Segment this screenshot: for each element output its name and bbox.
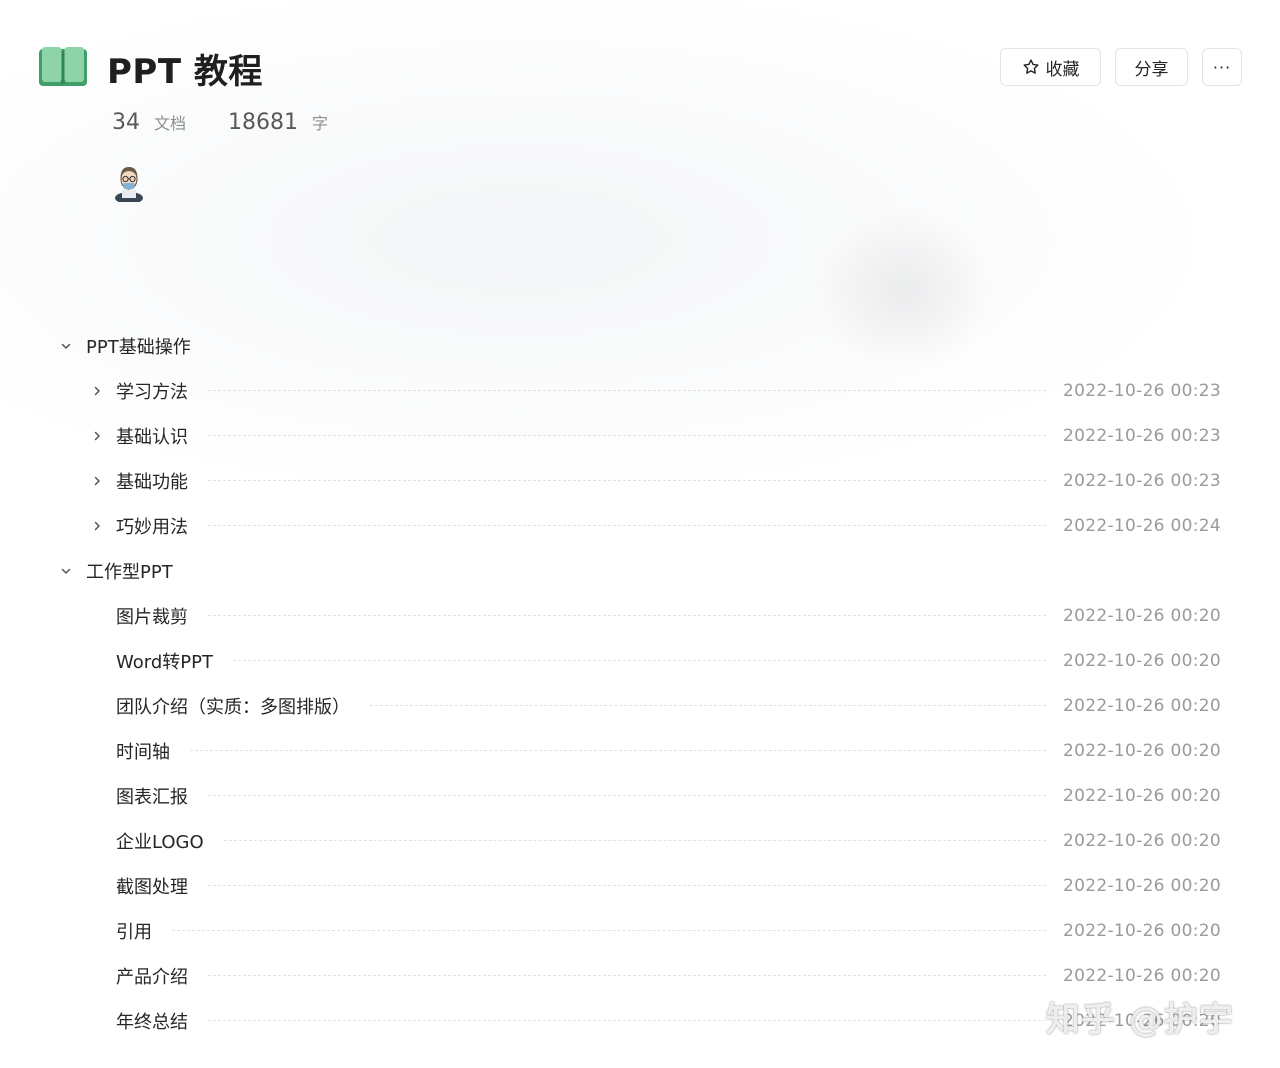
tree-item-label[interactable]: 图片裁剪: [116, 603, 188, 629]
tree-group[interactable]: 工作型PPT: [0, 548, 1280, 593]
favorite-label: 收藏: [1045, 59, 1080, 80]
tree-item-label[interactable]: 年终总结: [116, 1008, 188, 1034]
tree-item[interactable]: 基础功能 2022-10-26 00:23: [0, 458, 1280, 503]
tree-item[interactable]: Word转PPT 2022-10-26 00:20: [0, 638, 1280, 683]
doc-unit: 文档: [154, 114, 187, 133]
tree-item-label[interactable]: Word转PPT: [116, 648, 213, 674]
chevron-right-icon[interactable]: [89, 473, 105, 489]
leader-dots: [208, 615, 1046, 616]
tree-item-time: 2022-10-26 00:24: [1063, 515, 1221, 536]
tree-group-label[interactable]: 工作型PPT: [86, 558, 173, 584]
tree-item-label[interactable]: 图表汇报: [116, 783, 188, 809]
leader-dots: [208, 1020, 1046, 1021]
leader-dots: [232, 660, 1046, 661]
more-icon: ···: [1212, 57, 1232, 77]
book-open-icon: [39, 47, 87, 86]
tree-item-time: 2022-10-26 00:20: [1063, 830, 1221, 851]
tree-item[interactable]: 基础认识 2022-10-26 00:23: [0, 413, 1280, 458]
tree-item[interactable]: 截图处理 2022-10-26 00:20: [0, 863, 1280, 908]
leader-dots: [208, 390, 1046, 391]
tree-item-label[interactable]: 产品介绍: [116, 963, 188, 989]
favorite-button[interactable]: 收藏: [1000, 48, 1101, 86]
tree-item-label[interactable]: 截图处理: [116, 873, 188, 899]
tree-item-time: 2022-10-26 00:23: [1063, 380, 1221, 401]
leader-dots: [223, 840, 1046, 841]
tree-group[interactable]: PPT基础操作: [0, 323, 1280, 368]
tree-item-time: 2022-10-26 00:23: [1063, 470, 1221, 491]
share-button[interactable]: 分享: [1115, 48, 1188, 86]
chevron-right-icon[interactable]: [89, 518, 105, 534]
avatar[interactable]: [112, 164, 146, 202]
tree-item-time: 2022-10-26 00:20: [1063, 875, 1221, 896]
book-title: PPT 教程: [107, 52, 263, 92]
header-actions: 收藏 分享 ···: [1000, 48, 1242, 86]
leader-dots: [208, 795, 1046, 796]
tree-item[interactable]: 团队介绍（实质：多图排版） 2022-10-26 00:20: [0, 683, 1280, 728]
tree-item-label[interactable]: 引用: [116, 918, 152, 944]
leader-dots: [172, 930, 1046, 931]
chevron-down-icon[interactable]: [58, 563, 74, 579]
tree-item[interactable]: 企业LOGO 2022-10-26 00:20: [0, 818, 1280, 863]
leader-dots: [190, 750, 1046, 751]
book-stats: 34 文档 18681 字: [112, 110, 328, 135]
tree-item-label[interactable]: 时间轴: [116, 738, 170, 764]
more-button[interactable]: ···: [1202, 48, 1242, 86]
leader-dots: [208, 975, 1046, 976]
tree-item-label[interactable]: 巧妙用法: [116, 513, 188, 539]
leader-dots: [208, 885, 1046, 886]
tree-item-time: 2022-10-26 00:20: [1063, 740, 1221, 761]
word-count: 18681: [228, 110, 299, 135]
doc-count: 34: [112, 110, 140, 135]
leader-dots: [208, 525, 1046, 526]
tree-item-time: 2022-10-26 00:20: [1063, 785, 1221, 806]
leader-dots: [208, 480, 1046, 481]
book-header: PPT 教程 收藏 分享 ···: [38, 40, 1242, 96]
tree-item-time: 2022-10-26 00:20: [1063, 695, 1221, 716]
tree-item[interactable]: 图片裁剪 2022-10-26 00:20: [0, 593, 1280, 638]
tree-item-label[interactable]: 团队介绍（实质：多图排版）: [116, 693, 350, 719]
star-icon: [1022, 59, 1039, 74]
knowledge-book-page: PPT 教程 收藏 分享 ··· 34 文档 18681 字 PPT基础操作 学…: [0, 0, 1280, 1068]
tree-item-time: 2022-10-26 00:20: [1063, 605, 1221, 626]
chevron-down-icon[interactable]: [58, 338, 74, 354]
share-label: 分享: [1134, 59, 1169, 80]
tree-group-label[interactable]: PPT基础操作: [86, 333, 191, 359]
tree-item-time: 2022-10-26 00:20: [1063, 920, 1221, 941]
tree-item-label[interactable]: 学习方法: [116, 378, 188, 404]
tree-item-time: 2022-10-26 00:20: [1063, 650, 1221, 671]
word-unit: 字: [312, 114, 329, 133]
tree-item-label[interactable]: 基础认识: [116, 423, 188, 449]
tree-item[interactable]: 时间轴 2022-10-26 00:20: [0, 728, 1280, 773]
tree-item-time: 2022-10-26 00:20: [1063, 965, 1221, 986]
watermark: 知乎 @护宇: [1046, 1000, 1234, 1040]
leader-dots: [370, 705, 1046, 706]
tree-item-label[interactable]: 企业LOGO: [116, 828, 204, 854]
tree-item[interactable]: 引用 2022-10-26 00:20: [0, 908, 1280, 953]
tree-item[interactable]: 学习方法 2022-10-26 00:23: [0, 368, 1280, 413]
tree-item-time: 2022-10-26 00:23: [1063, 425, 1221, 446]
chevron-right-icon[interactable]: [89, 383, 105, 399]
tree-item-label[interactable]: 基础功能: [116, 468, 188, 494]
leader-dots: [208, 435, 1046, 436]
chevron-right-icon[interactable]: [89, 428, 105, 444]
tree-item[interactable]: 图表汇报 2022-10-26 00:20: [0, 773, 1280, 818]
tree-item[interactable]: 巧妙用法 2022-10-26 00:24: [0, 503, 1280, 548]
